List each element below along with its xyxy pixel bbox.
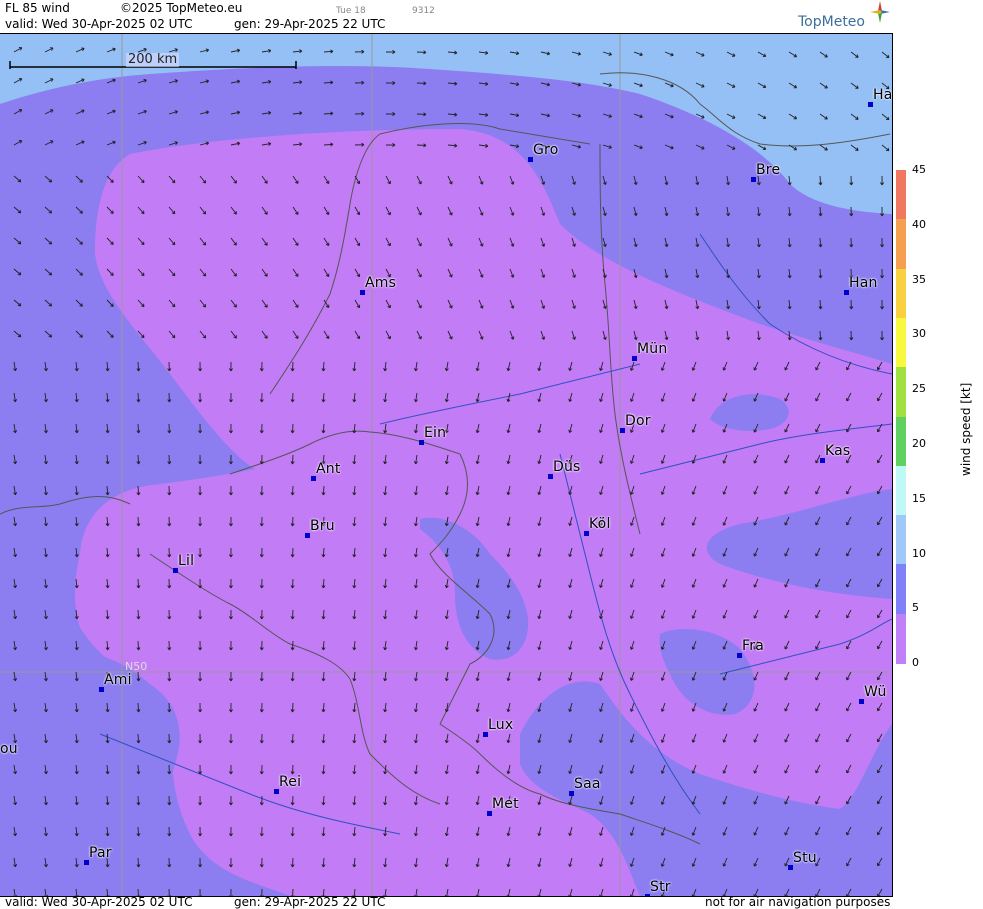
city-label: Bru [310,518,335,534]
disclaimer: not for air navigation purposes [705,895,891,909]
product-title: FL 85 wind [5,1,70,15]
day-label: Tue 18 [336,6,366,16]
city-label: Han [849,275,878,291]
city-label: ou [0,741,18,757]
colorbar-tick-label: 5 [912,601,919,615]
colorbar-segment [896,564,906,615]
colorbar-tick-label: 10 [912,546,926,560]
city-label: Köl [589,516,611,532]
colorbar-tick-label: 15 [912,491,926,505]
valid-time-bottom: valid: Wed 30-Apr-2025 02 UTC [5,895,193,909]
city-label: Bre [756,162,781,178]
colorbar-tick-label: 45 [912,163,926,176]
colorbar-tick-label: 20 [912,437,926,450]
city-label: Ein [424,425,447,441]
colorbar-segment [896,367,906,418]
wind-map[interactable]: 200 km N50 Gro Bre Ha Ams Han Mün Dor Ein Kas Ant… [0,33,893,897]
colorbar-tick-label: 35 [912,272,926,286]
city-label: Gro [533,142,559,158]
city-label: Ant [316,461,341,477]
colorbar-segment [896,268,906,319]
colorbar-tick-label: 0 [912,656,919,670]
colorbar-segment [896,317,906,368]
city-label: Ams [365,275,397,291]
colorbar-segment [896,219,906,270]
colorbar-label: wind speed [kt] [959,382,973,476]
city-label: Mün [637,341,668,357]
gen-time-bottom: gen: 29-Apr-2025 22 UTC [234,895,386,909]
city-label: Par [89,845,112,861]
run-code: 9312 [412,6,435,16]
colorbar-segment [896,416,906,467]
city-label: Rei [279,774,302,790]
colorbar-segment [896,465,906,516]
scale-label: 200 km [126,52,180,67]
logo-text: TopMeteo [798,14,865,30]
city-label: Lux [488,717,514,733]
scale-bar: 200 km [8,53,298,71]
compass-icon [870,1,890,23]
colorbar-tick-label: 40 [912,217,926,231]
colorbar-segment [896,613,906,664]
city-label: Ami [104,672,132,688]
city-label: Fra [742,638,764,654]
copyright: ©2025 TopMeteo.eu [120,1,243,15]
city-label: Met [492,796,519,812]
topmeteo-logo: TopMeteo [798,1,890,30]
city-label: Saa [574,776,601,792]
colorbar-tick-label: 30 [912,327,926,341]
colorbar-segment [896,515,906,566]
city-label: Stu [793,850,817,866]
city-label: Kas [825,443,851,459]
city-label: Lil [178,553,195,569]
city-label: Dor [625,413,651,429]
city-label: Düs [553,459,581,475]
colorbar-segment [896,170,906,220]
gen-time-top: gen: 29-Apr-2025 22 UTC [234,17,386,31]
city-label: Wü [864,684,887,700]
valid-time-top: valid: Wed 30-Apr-2025 02 UTC [5,17,193,31]
city-label: Ha [873,87,893,103]
colorbar-tick-label: 25 [912,382,926,396]
wind-speed-colorbar [896,170,906,664]
city-label: Str [650,879,671,895]
